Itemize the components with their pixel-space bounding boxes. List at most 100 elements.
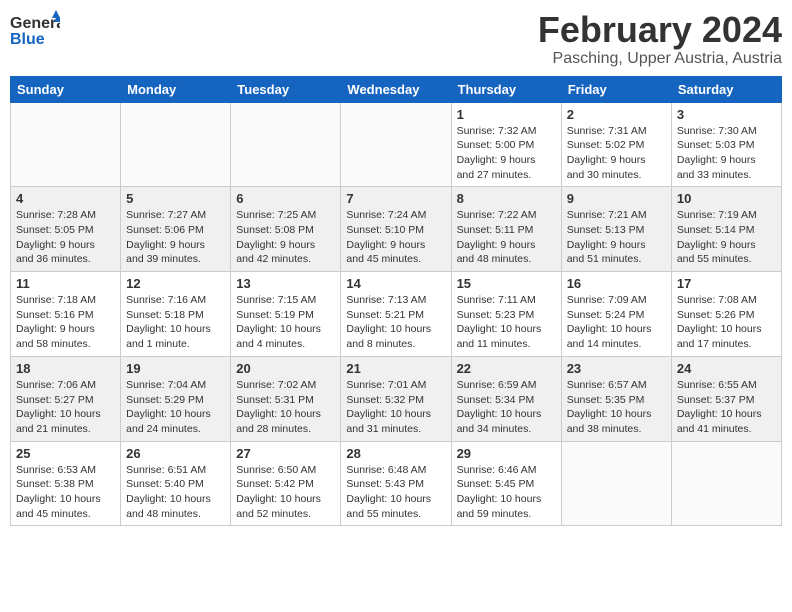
day-number: 9 [567,191,666,206]
calendar-day-11: 11 Sunrise: 7:18 AM Sunset: 5:16 PM Dayli… [11,272,121,357]
calendar-week-row: 4 Sunrise: 7:28 AM Sunset: 5:05 PM Daylig… [11,187,782,272]
calendar-day-5: 5 Sunrise: 7:27 AM Sunset: 5:06 PM Daylig… [121,187,231,272]
calendar-day-empty [231,102,341,187]
calendar-day-15: 15Sunrise: 7:11 AM Sunset: 5:23 PM Dayli… [451,272,561,357]
day-number: 5 [126,191,225,206]
weekday-header-friday: Friday [561,76,671,102]
day-info: Sunrise: 7:09 AM Sunset: 5:24 PM Dayligh… [567,293,666,352]
calendar-day-21: 21 Sunrise: 7:01 AM Sunset: 5:32 PM Dayli… [341,356,451,441]
subtitle: Pasching, Upper Austria, Austria [538,50,782,68]
calendar-day-empty [341,102,451,187]
day-info: Sunrise: 6:48 AM Sunset: 5:43 PM Dayligh… [346,463,445,522]
calendar-day-4: 4 Sunrise: 7:28 AM Sunset: 5:05 PM Daylig… [11,187,121,272]
day-number: 25 [16,446,115,461]
calendar-day-12: 12 Sunrise: 7:16 AM Sunset: 5:18 PM Dayli… [121,272,231,357]
calendar-week-row: 18 Sunrise: 7:06 AM Sunset: 5:27 PM Dayli… [11,356,782,441]
day-number: 6 [236,191,335,206]
day-number: 23 [567,361,666,376]
calendar-day-28: 28 Sunrise: 6:48 AM Sunset: 5:43 PM Dayli… [341,441,451,526]
calendar-day-10: 10 Sunrise: 7:19 AM Sunset: 5:14 PM Dayli… [671,187,781,272]
day-number: 1 [457,107,556,122]
day-info: Sunrise: 7:16 AM Sunset: 5:18 PM Dayligh… [126,293,225,352]
day-number: 18 [16,361,115,376]
calendar-table: SundayMondayTuesdayWednesdayThursdayFrid… [10,76,782,527]
calendar-day-13: 13Sunrise: 7:15 AM Sunset: 5:19 PM Dayli… [231,272,341,357]
weekday-header-wednesday: Wednesday [341,76,451,102]
calendar-day-23: 23 Sunrise: 6:57 AM Sunset: 5:35 PM Dayli… [561,356,671,441]
calendar-day-17: 17Sunrise: 7:08 AM Sunset: 5:26 PM Dayli… [671,272,781,357]
title-area: February 2024 Pasching, Upper Austria, A… [538,10,782,68]
logo-icon: General Blue [10,10,60,55]
day-number: 21 [346,361,445,376]
calendar-day-empty [11,102,121,187]
calendar-week-row: 1 Sunrise: 7:32 AM Sunset: 5:00 PM Daylig… [11,102,782,187]
day-number: 14 [346,276,445,291]
day-info: Sunrise: 7:25 AM Sunset: 5:08 PM Dayligh… [236,208,335,267]
page-header: General Blue February 2024 Pasching, Upp… [10,10,782,68]
calendar-day-9: 9 Sunrise: 7:21 AM Sunset: 5:13 PM Daylig… [561,187,671,272]
day-info: Sunrise: 7:30 AM Sunset: 5:03 PM Dayligh… [677,124,776,183]
day-info: Sunrise: 7:15 AM Sunset: 5:19 PM Dayligh… [236,293,335,352]
calendar-week-row: 11 Sunrise: 7:18 AM Sunset: 5:16 PM Dayli… [11,272,782,357]
weekday-header-sunday: Sunday [11,76,121,102]
day-info: Sunrise: 7:18 AM Sunset: 5:16 PM Dayligh… [16,293,115,352]
calendar-day-3: 3 Sunrise: 7:30 AM Sunset: 5:03 PM Daylig… [671,102,781,187]
calendar-day-8: 8 Sunrise: 7:22 AM Sunset: 5:11 PM Daylig… [451,187,561,272]
calendar-day-19: 19 Sunrise: 7:04 AM Sunset: 5:29 PM Dayli… [121,356,231,441]
day-number: 19 [126,361,225,376]
day-number: 20 [236,361,335,376]
calendar-day-18: 18 Sunrise: 7:06 AM Sunset: 5:27 PM Dayli… [11,356,121,441]
calendar-day-25: 25 Sunrise: 6:53 AM Sunset: 5:38 PM Dayli… [11,441,121,526]
day-number: 16 [567,276,666,291]
calendar-day-empty [561,441,671,526]
day-info: Sunrise: 6:57 AM Sunset: 5:35 PM Dayligh… [567,378,666,437]
day-info: Sunrise: 6:51 AM Sunset: 5:40 PM Dayligh… [126,463,225,522]
day-number: 3 [677,107,776,122]
calendar-day-20: 20Sunrise: 7:02 AM Sunset: 5:31 PM Dayli… [231,356,341,441]
calendar-day-7: 7 Sunrise: 7:24 AM Sunset: 5:10 PM Daylig… [341,187,451,272]
main-title: February 2024 [538,10,782,50]
day-info: Sunrise: 7:13 AM Sunset: 5:21 PM Dayligh… [346,293,445,352]
calendar-header-row: SundayMondayTuesdayWednesdayThursdayFrid… [11,76,782,102]
day-info: Sunrise: 7:22 AM Sunset: 5:11 PM Dayligh… [457,208,556,267]
day-info: Sunrise: 7:32 AM Sunset: 5:00 PM Dayligh… [457,124,556,183]
day-number: 22 [457,361,556,376]
day-info: Sunrise: 7:28 AM Sunset: 5:05 PM Dayligh… [16,208,115,267]
day-number: 2 [567,107,666,122]
day-info: Sunrise: 7:31 AM Sunset: 5:02 PM Dayligh… [567,124,666,183]
calendar-day-24: 24Sunrise: 6:55 AM Sunset: 5:37 PM Dayli… [671,356,781,441]
calendar-day-1: 1 Sunrise: 7:32 AM Sunset: 5:00 PM Daylig… [451,102,561,187]
weekday-header-saturday: Saturday [671,76,781,102]
day-number: 8 [457,191,556,206]
day-number: 7 [346,191,445,206]
day-number: 17 [677,276,776,291]
calendar-day-14: 14 Sunrise: 7:13 AM Sunset: 5:21 PM Dayli… [341,272,451,357]
weekday-header-tuesday: Tuesday [231,76,341,102]
calendar-day-16: 16 Sunrise: 7:09 AM Sunset: 5:24 PM Dayli… [561,272,671,357]
calendar-day-29: 29Sunrise: 6:46 AM Sunset: 5:45 PM Dayli… [451,441,561,526]
calendar-day-22: 22 Sunrise: 6:59 AM Sunset: 5:34 PM Dayli… [451,356,561,441]
day-number: 28 [346,446,445,461]
day-info: Sunrise: 6:46 AM Sunset: 5:45 PM Dayligh… [457,463,556,522]
day-info: Sunrise: 7:27 AM Sunset: 5:06 PM Dayligh… [126,208,225,267]
day-number: 10 [677,191,776,206]
day-info: Sunrise: 7:24 AM Sunset: 5:10 PM Dayligh… [346,208,445,267]
day-info: Sunrise: 6:53 AM Sunset: 5:38 PM Dayligh… [16,463,115,522]
calendar-day-27: 27Sunrise: 6:50 AM Sunset: 5:42 PM Dayli… [231,441,341,526]
day-info: Sunrise: 6:50 AM Sunset: 5:42 PM Dayligh… [236,463,335,522]
day-info: Sunrise: 7:21 AM Sunset: 5:13 PM Dayligh… [567,208,666,267]
logo: General Blue [10,10,60,60]
day-info: Sunrise: 7:01 AM Sunset: 5:32 PM Dayligh… [346,378,445,437]
day-info: Sunrise: 6:59 AM Sunset: 5:34 PM Dayligh… [457,378,556,437]
day-number: 12 [126,276,225,291]
calendar-day-2: 2 Sunrise: 7:31 AM Sunset: 5:02 PM Daylig… [561,102,671,187]
day-info: Sunrise: 6:55 AM Sunset: 5:37 PM Dayligh… [677,378,776,437]
day-number: 11 [16,276,115,291]
day-info: Sunrise: 7:04 AM Sunset: 5:29 PM Dayligh… [126,378,225,437]
calendar-day-empty [121,102,231,187]
day-info: Sunrise: 7:19 AM Sunset: 5:14 PM Dayligh… [677,208,776,267]
weekday-header-thursday: Thursday [451,76,561,102]
day-info: Sunrise: 7:06 AM Sunset: 5:27 PM Dayligh… [16,378,115,437]
day-number: 4 [16,191,115,206]
svg-text:Blue: Blue [10,31,45,48]
